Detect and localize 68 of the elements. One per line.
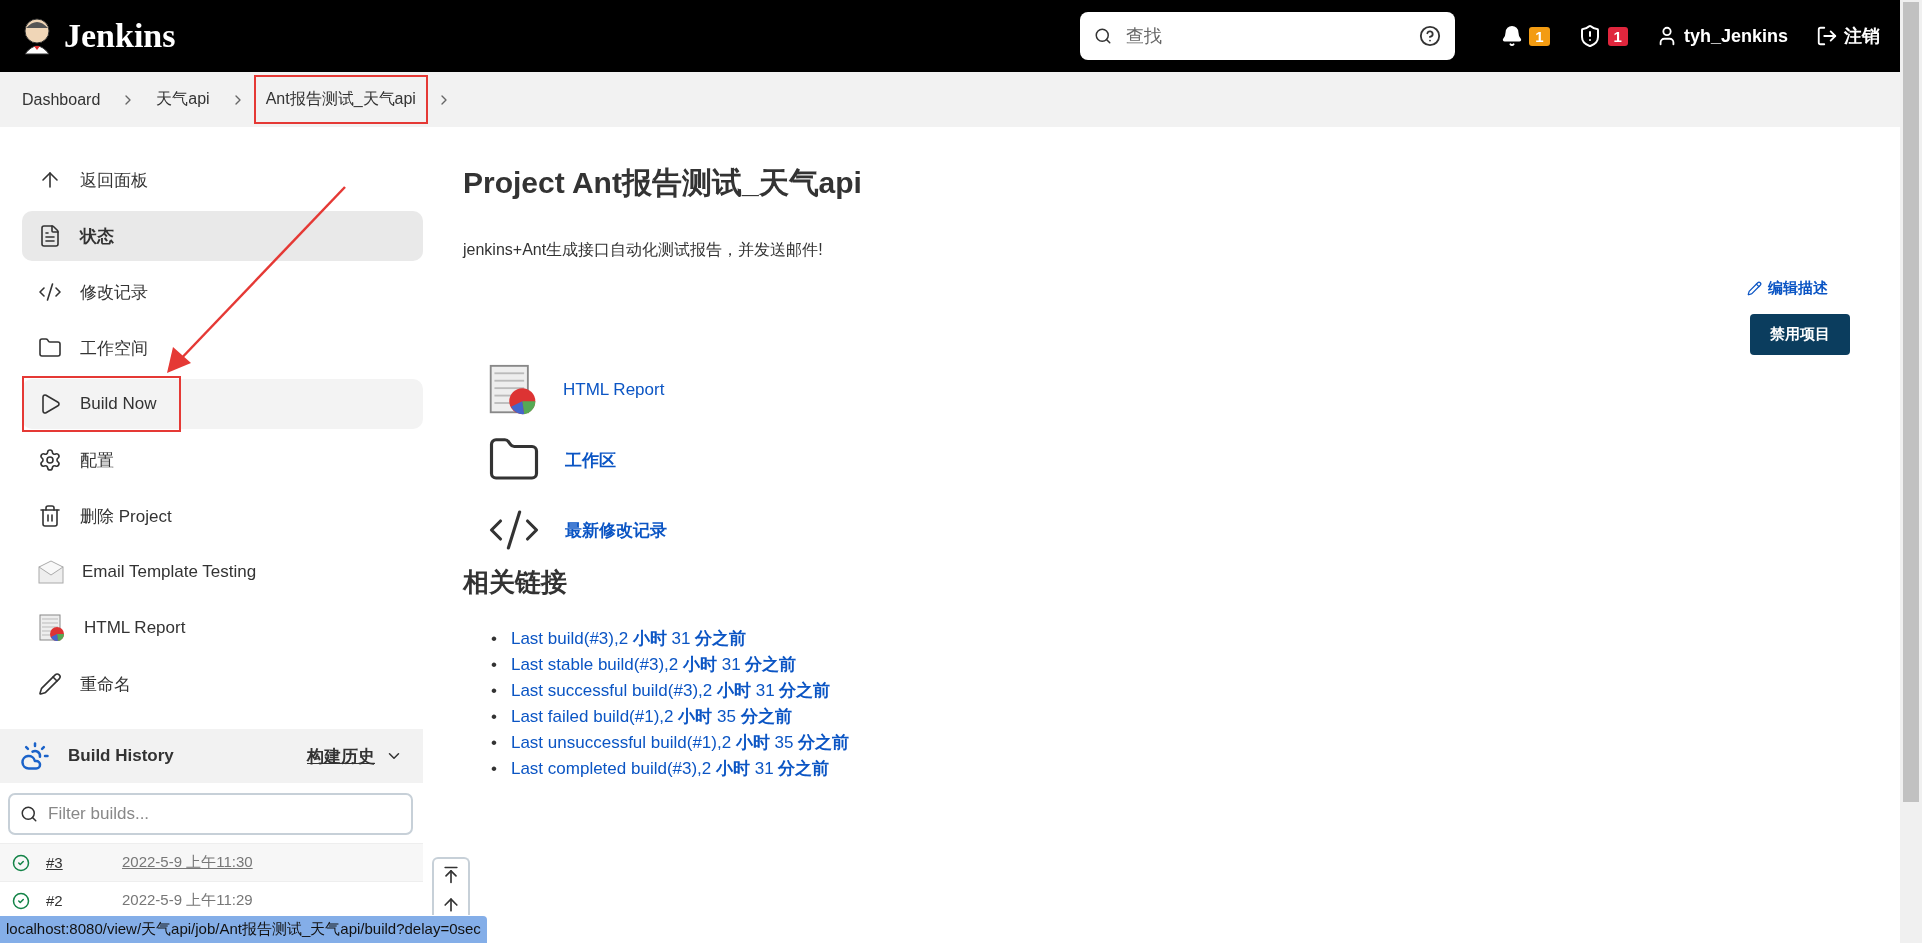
- edit-description-link[interactable]: 编辑描述: [1747, 279, 1828, 298]
- bullet: •: [491, 732, 497, 754]
- build-date-link[interactable]: 2022-5-9 上午11:29: [122, 891, 253, 910]
- search-icon: [20, 805, 38, 823]
- trash-icon: [38, 504, 62, 528]
- build-history-link[interactable]: 构建历史: [307, 744, 403, 768]
- sidebar-item[interactable]: Email Template Testing: [22, 547, 423, 597]
- build-number-link[interactable]: #3: [46, 854, 106, 871]
- sidebar-item[interactable]: 返回面板: [22, 155, 423, 205]
- notification-count: 1: [1529, 26, 1550, 46]
- folder-icon: [38, 336, 62, 360]
- code-icon: [38, 280, 62, 304]
- pencil-icon: [38, 672, 62, 696]
- action-link[interactable]: 工作区: [565, 448, 616, 472]
- sidebar-item[interactable]: HTML Report: [22, 603, 423, 653]
- status-bar: localhost:8080/view/天气api/job/Ant报告测试_天气api/build?delay=0sec: [0, 916, 487, 943]
- envelope-icon: [38, 560, 64, 584]
- disable-project-button[interactable]: 禁用项目: [1750, 314, 1850, 355]
- sidebar-item[interactable]: 工作空间: [22, 323, 423, 373]
- related-link[interactable]: Last successful build(#3),2 小时 31 分之前: [510, 678, 831, 704]
- pencil-icon: [1747, 281, 1762, 296]
- related-link[interactable]: Last unsuccessful build(#1),2 小时 35 分之前: [510, 730, 850, 756]
- bullet: •: [491, 680, 497, 702]
- search-field[interactable]: 查找: [1080, 12, 1456, 60]
- bullet: •: [491, 628, 497, 650]
- sidebar-item[interactable]: Build Now: [22, 379, 423, 429]
- gear-icon: [38, 448, 62, 472]
- logo-text[interactable]: Jenkins: [64, 17, 176, 55]
- help-icon[interactable]: [1419, 25, 1442, 47]
- success-icon: [12, 891, 30, 910]
- related-link[interactable]: Last failed build(#1),2 小时 35 分之前: [510, 704, 792, 730]
- scrollbar[interactable]: [1900, 0, 1922, 943]
- filter-field[interactable]: Filter builds...: [8, 793, 413, 835]
- scroll-buttons[interactable]: [432, 857, 470, 915]
- user-link[interactable]: tyh_Jenkins: [1683, 25, 1788, 47]
- sidebar-item[interactable]: 修改记录: [22, 267, 423, 317]
- sidebar-item[interactable]: 重命名: [22, 659, 423, 709]
- success-icon: [12, 853, 30, 872]
- breadcrumb-link[interactable]: 天气api: [144, 75, 222, 124]
- related-links-heading: 相关链接: [463, 566, 568, 599]
- logout-icon: [1816, 25, 1838, 47]
- sidebar-item[interactable]: 删除 Project: [22, 491, 423, 541]
- search-input[interactable]: 查找: [1124, 24, 1408, 48]
- build-history-title: Build History: [68, 746, 175, 766]
- build-number-link[interactable]: #2: [46, 892, 106, 909]
- build-date-link[interactable]: 2022-5-9 上午11:30: [122, 853, 253, 872]
- security-count: 1: [1607, 26, 1628, 46]
- bullet: •: [491, 706, 497, 728]
- bullet: •: [491, 654, 497, 676]
- related-link[interactable]: Last completed build(#3),2 小时 31 分之前: [510, 756, 830, 782]
- breadcrumb-link[interactable]: Ant报告测试_天气api: [253, 75, 428, 124]
- document-icon: [38, 224, 62, 248]
- sidebar-item[interactable]: 配置: [22, 435, 423, 485]
- breadcrumb-link[interactable]: Dashboard: [10, 76, 113, 123]
- related-link[interactable]: Last build(#3),2 小时 31 分之前: [510, 626, 747, 652]
- logout-link[interactable]: 注销: [1844, 24, 1880, 48]
- sidebar-item[interactable]: 状态: [22, 211, 423, 261]
- action-link[interactable]: HTML Report: [563, 380, 665, 400]
- bullet: •: [491, 758, 497, 780]
- action-link[interactable]: 最新修改记录: [565, 518, 667, 542]
- related-link[interactable]: Last stable build(#3),2 小时 31 分之前: [510, 652, 797, 678]
- project-title: Project Ant报告测试_天气api: [463, 165, 863, 201]
- report-icon: [38, 614, 66, 642]
- project-description: jenkins+Ant生成接口自动化测试报告，并发送邮件!: [463, 240, 824, 260]
- search-icon: [1094, 27, 1113, 45]
- build-row[interactable]: #3 2022-5-9 上午11:30: [0, 843, 423, 881]
- weather-icon: [20, 741, 50, 771]
- bell-icon[interactable]: [1501, 25, 1524, 47]
